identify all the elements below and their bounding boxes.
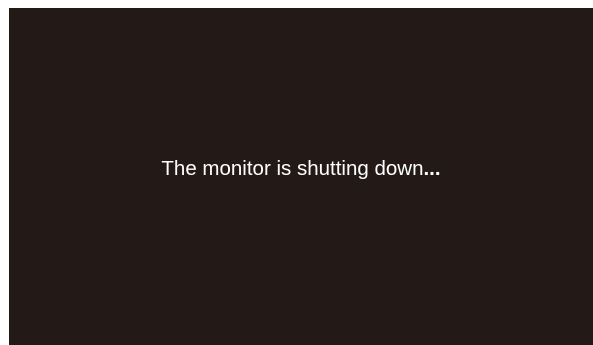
shutdown-message-text: The monitor is shutting down xyxy=(161,157,424,180)
monitor-screen: The monitor is shutting down... xyxy=(9,8,593,345)
shutdown-message: The monitor is shutting down... xyxy=(9,157,593,181)
shutdown-ellipsis: ... xyxy=(423,157,441,180)
